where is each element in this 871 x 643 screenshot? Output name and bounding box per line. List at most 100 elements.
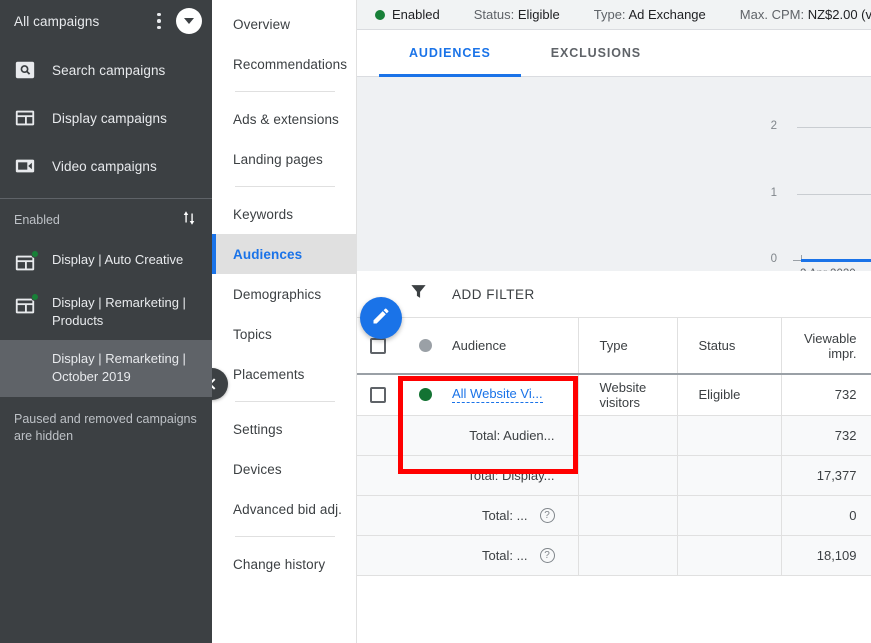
nav-item-placements[interactable]: Placements xyxy=(212,354,356,394)
total-select-cell xyxy=(357,415,398,456)
nav-item-settings[interactable]: Settings xyxy=(212,409,356,449)
sidebar-item-display-campaigns[interactable]: Display campaigns xyxy=(0,94,212,142)
campaign-item-display-auto-creative[interactable]: Display | Auto Creative xyxy=(0,241,212,284)
sidebar-section-enabled: Enabled xyxy=(0,199,212,241)
column-header-label: Audience xyxy=(452,338,507,353)
table-header-row: Audience Type Status Viewable impr. xyxy=(357,318,871,375)
sidebar-item-video-campaigns[interactable]: Video campaigns xyxy=(0,142,212,190)
table-row-total: Total: ... ? 18,109 xyxy=(357,535,871,576)
add-filter-button[interactable]: ADD FILTER xyxy=(452,287,535,302)
chevron-left-icon xyxy=(212,378,220,390)
type-field: Type: Ad Exchange xyxy=(594,7,706,22)
column-header-type[interactable]: Type xyxy=(578,318,678,375)
nav-item-label: Recommendations xyxy=(233,56,348,72)
table-header: Audience Type Status Viewable impr. xyxy=(357,318,871,375)
total-label-cell: Total: Audien... xyxy=(398,415,579,456)
nav-item-ads-extensions[interactable]: Ads & extensions xyxy=(212,99,356,139)
type-field-value: Ad Exchange xyxy=(628,7,706,22)
nav-divider xyxy=(235,536,335,537)
total-select-cell xyxy=(357,455,398,496)
nav-divider xyxy=(235,401,335,402)
performance-chart[interactable]: 2 1 0 2 Apr 2020 xyxy=(357,77,871,271)
table-row-total: Total: Display... 17,377 xyxy=(357,455,871,496)
campaign-status-bar: Enabled Status: Eligible Type: Ad Exchan… xyxy=(357,0,871,30)
chart-gridline-1 xyxy=(797,194,871,195)
table-row[interactable]: All Website Vi... Website visitors Eligi… xyxy=(357,374,871,416)
tab-label: AUDIENCES xyxy=(409,46,491,60)
cpm-field-key: Max. CPM: xyxy=(739,7,805,22)
status-field-value: Eligible xyxy=(517,7,560,22)
campaign-sidebar: All campaigns Search campaigns Display c… xyxy=(0,0,212,643)
audience-link[interactable]: All Website Vi... xyxy=(452,386,543,404)
column-header-status[interactable]: Status xyxy=(677,318,782,375)
total-label-cell: Total: Display... xyxy=(398,455,579,496)
chevron-down-icon[interactable] xyxy=(176,8,202,34)
sidebar-item-label: Video campaigns xyxy=(52,158,157,174)
total-viewable-impr-cell: 732 xyxy=(781,415,871,456)
sidebar-campaign-types: Search campaigns Display campaigns Video… xyxy=(0,42,212,190)
sidebar-item-search-campaigns[interactable]: Search campaigns xyxy=(0,46,212,94)
page-nav-column: Overview Recommendations Ads & extension… xyxy=(212,0,357,643)
nav-item-label: Landing pages xyxy=(233,151,323,167)
cpm-field: Max. CPM: NZ$2.00 (viewa xyxy=(740,7,871,22)
column-header-viewable-impr[interactable]: Viewable impr. xyxy=(781,318,871,375)
campaign-item-label: Display | Remarketing | October 2019 xyxy=(52,351,186,384)
column-header-label: Type xyxy=(599,338,628,353)
column-header-audience[interactable]: Audience xyxy=(398,318,579,375)
campaign-item-label: Display | Auto Creative xyxy=(52,252,184,267)
sort-arrows-icon[interactable] xyxy=(180,208,198,233)
total-status-cell xyxy=(677,495,782,536)
search-campaigns-icon xyxy=(14,59,36,81)
sidebar-header: All campaigns xyxy=(0,0,212,42)
nav-item-recommendations[interactable]: Recommendations xyxy=(212,44,356,84)
chart-ytick-1: 1 xyxy=(770,187,777,199)
nav-divider xyxy=(235,91,335,92)
nav-item-landing-pages[interactable]: Landing pages xyxy=(212,139,356,179)
total-select-cell xyxy=(357,535,398,576)
column-header-label: Viewable impr. xyxy=(803,330,857,361)
status-dot-enabled-icon xyxy=(375,9,385,20)
row-status-cell: Eligible xyxy=(677,374,782,416)
status-badge-label: Enabled xyxy=(392,7,440,22)
total-status-cell xyxy=(677,455,782,496)
row-checkbox[interactable] xyxy=(369,386,386,403)
row-viewable-impr-cell: 732 xyxy=(781,374,871,416)
select-all-checkbox[interactable] xyxy=(369,337,386,354)
total-type-cell xyxy=(578,535,678,576)
total-viewable-impr-cell: 17,377 xyxy=(781,455,871,496)
audience-cell-inner: All Website Vi... xyxy=(398,386,578,404)
nav-item-change-history[interactable]: Change history xyxy=(212,544,356,584)
sidebar-item-label: Search campaigns xyxy=(52,62,166,78)
edit-fab-button[interactable] xyxy=(360,297,402,339)
cpm-field-value: NZ$2.00 (viewa xyxy=(807,7,871,22)
nav-item-audiences[interactable]: Audiences xyxy=(212,234,356,274)
campaign-item-display-remarketing-october-2019[interactable]: Display | Remarketing | October 2019 xyxy=(0,340,212,396)
tab-label: EXCLUSIONS xyxy=(550,46,641,60)
audiences-table: Audience Type Status Viewable impr. All … xyxy=(357,318,871,576)
row-audience-cell: All Website Vi... xyxy=(398,374,579,416)
sidebar-footer-text: Paused and removed campaigns are hidden xyxy=(14,412,197,443)
help-icon[interactable]: ? xyxy=(539,507,555,523)
nav-item-label: Overview xyxy=(233,16,291,32)
nav-item-overview[interactable]: Overview xyxy=(212,4,356,44)
chart-axis-tick-0 xyxy=(793,260,801,261)
nav-item-keywords[interactable]: Keywords xyxy=(212,194,356,234)
nav-item-topics[interactable]: Topics xyxy=(212,314,356,354)
more-vert-icon[interactable] xyxy=(148,8,170,34)
tab-exclusions[interactable]: EXCLUSIONS xyxy=(521,30,671,76)
help-icon[interactable]: ? xyxy=(539,547,555,563)
nav-item-label: Devices xyxy=(233,461,282,477)
tab-audiences[interactable]: AUDIENCES xyxy=(379,30,521,77)
display-campaign-icon xyxy=(14,293,39,317)
nav-item-label: Placements xyxy=(233,366,305,382)
total-label: Total: Audien... xyxy=(469,427,555,443)
chart-series-line-viewable-impr xyxy=(801,259,871,262)
sidebar-footer-note: Paused and removed campaigns are hidden xyxy=(0,396,212,445)
app-root: All campaigns Search campaigns Display c… xyxy=(0,0,871,643)
audience-header-cell: Audience xyxy=(398,338,578,353)
nav-item-demographics[interactable]: Demographics xyxy=(212,274,356,314)
filter-funnel-icon[interactable] xyxy=(409,282,428,306)
nav-item-advanced-bid-adj[interactable]: Advanced bid adj. xyxy=(212,489,356,529)
nav-item-devices[interactable]: Devices xyxy=(212,449,356,489)
campaign-item-display-remarketing-products[interactable]: Display | Remarketing | Products xyxy=(0,284,212,340)
